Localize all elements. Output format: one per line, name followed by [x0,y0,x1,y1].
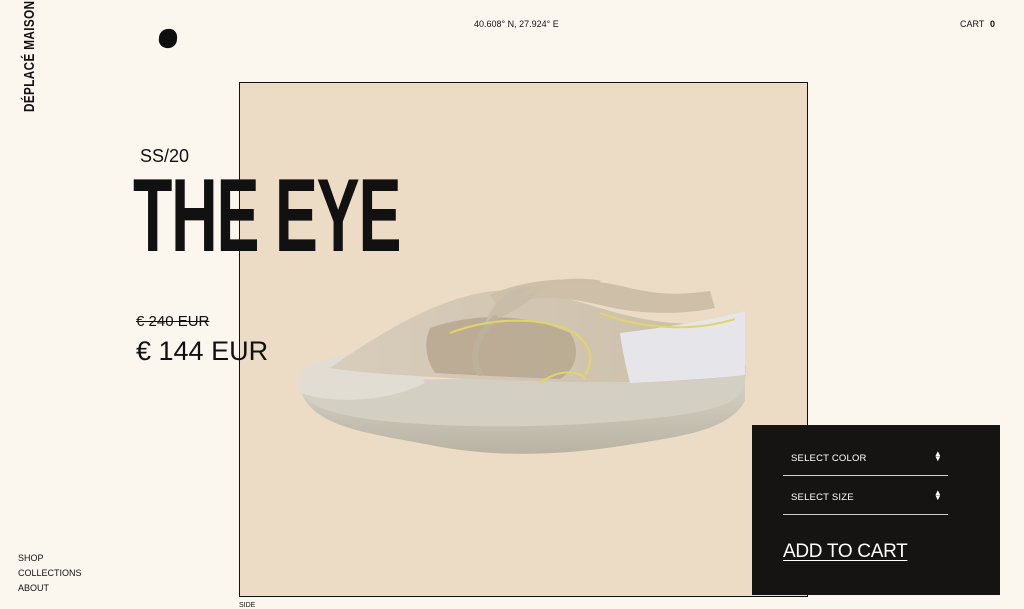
size-select[interactable]: SELECT SIZE ▲ ▼ [783,479,948,515]
original-price: € 240 EUR [136,313,210,330]
nav-shop[interactable]: SHOP [18,551,82,566]
sort-arrows-icon: ▲ ▼ [933,488,942,502]
product-title: THE EYE [133,158,401,274]
cart-link[interactable]: CART [960,19,984,29]
sale-price: € 144 EUR [136,336,269,366]
sort-arrows-icon: ▲ ▼ [933,449,942,463]
nav-about[interactable]: ABOUT [18,581,82,596]
color-select-label: SELECT COLOR [791,453,867,464]
color-select[interactable]: SELECT COLOR ▲ ▼ [783,440,948,476]
brand-logo[interactable]: DÉPLACÉ MAISON [21,1,38,112]
view-label: SIDE [239,602,256,609]
footer-nav: SHOP COLLECTIONS ABOUT [18,551,82,596]
blob-icon [158,28,178,49]
cart-count[interactable]: 0 [990,19,995,29]
nav-collections[interactable]: COLLECTIONS [18,566,82,581]
location-coordinates: 40.608° N, 27.924° E [474,19,559,29]
purchase-panel: SELECT COLOR ▲ ▼ SELECT SIZE ▲ ▼ ADD TO CA… [752,425,1000,595]
size-select-label: SELECT SIZE [791,492,854,503]
add-to-cart-button[interactable]: ADD TO CART [783,541,908,563]
